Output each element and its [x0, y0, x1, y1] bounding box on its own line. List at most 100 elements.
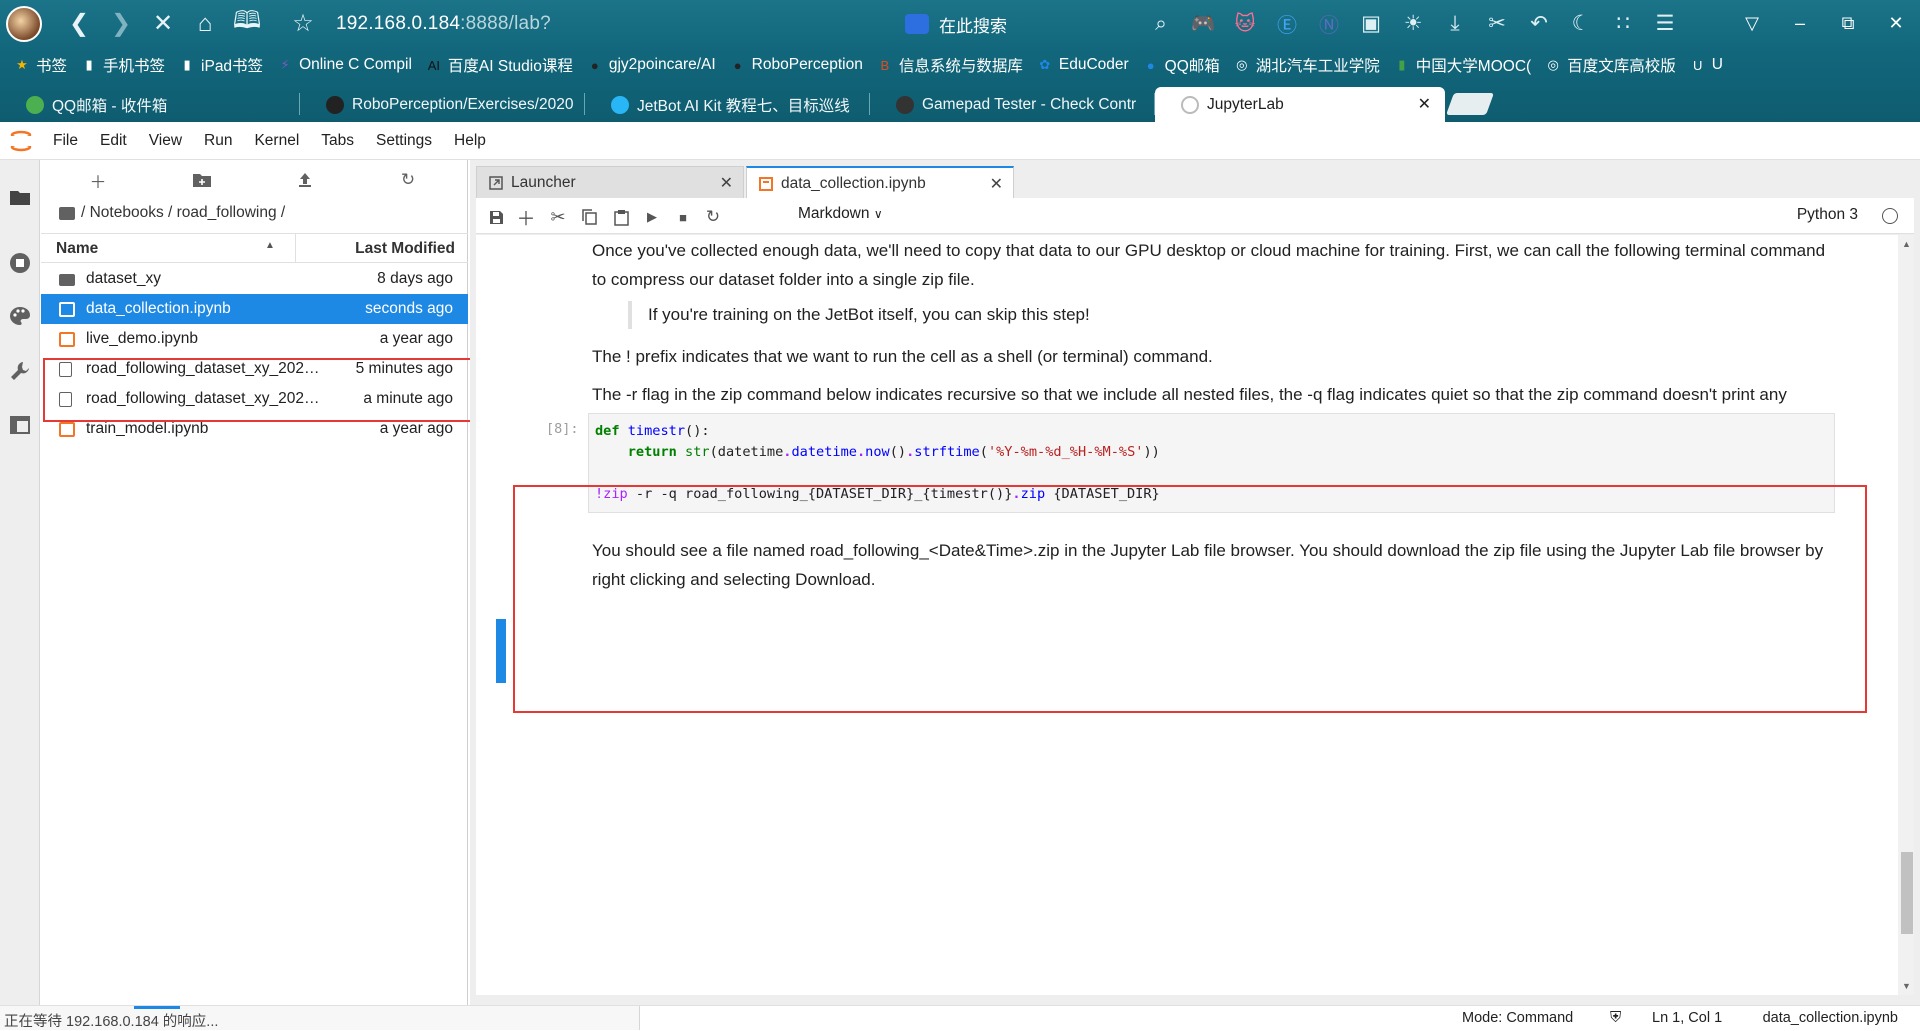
bookmark-item[interactable]: ▮ 中国大学MOOC(: [1394, 54, 1531, 76]
close-tab-icon[interactable]: ✕: [1418, 94, 1431, 114]
minimize-icon[interactable]: –: [1776, 0, 1824, 47]
menu-view[interactable]: View: [138, 132, 193, 150]
menu-run[interactable]: Run: [193, 132, 243, 150]
new-folder-icon[interactable]: [188, 168, 216, 192]
save-icon[interactable]: [484, 206, 508, 228]
run-icon[interactable]: ▶: [640, 206, 664, 228]
menu-tabs[interactable]: Tabs: [310, 132, 365, 150]
upload-icon[interactable]: [291, 168, 319, 192]
scroll-down-icon[interactable]: ▼: [1902, 981, 1911, 991]
notebook-scrollbar[interactable]: ▲ ▼: [1898, 235, 1914, 995]
bookmark-item[interactable]: UU: [1690, 56, 1723, 74]
bookmark-item[interactable]: B 信息系统与数据库: [877, 54, 1023, 76]
back-icon[interactable]: ❮: [58, 3, 100, 45]
scissors-icon[interactable]: ✂: [1476, 3, 1518, 45]
search-icon[interactable]: ⌕: [1140, 3, 1182, 45]
home-folder-icon[interactable]: [59, 206, 75, 220]
tab-data-collection[interactable]: data_collection.ipynb ✕: [746, 166, 1014, 199]
bookmark-item[interactable]: ● QQ邮箱: [1143, 54, 1220, 76]
scrollbar-thumb[interactable]: [1901, 852, 1913, 934]
bookmark-item[interactable]: AI 百度AI Studio课程: [426, 54, 573, 76]
nc-icon[interactable]: Ⓝ: [1308, 3, 1350, 45]
cell-prompt: [8]:: [546, 421, 579, 437]
bookmark-item[interactable]: ★ 书签: [14, 54, 67, 76]
download-icon[interactable]: ⤓: [1434, 3, 1476, 45]
bookmark-item[interactable]: ◎ 湖北汽车工业学院: [1234, 54, 1380, 76]
active-cell-indicator[interactable]: [496, 619, 506, 683]
close-tab-icon[interactable]: ✕: [990, 174, 1003, 194]
tabs-icon[interactable]: [0, 402, 40, 448]
breadcrumb[interactable]: / Notebooks / road_following /: [59, 204, 285, 222]
cursor-position[interactable]: Ln 1, Col 1: [1652, 1010, 1722, 1026]
search-box[interactable]: 在此搜索: [905, 10, 1165, 38]
column-modified-header[interactable]: Last Modified: [355, 240, 455, 258]
notebook-mode[interactable]: Mode: Command: [1462, 1010, 1573, 1026]
bookmark-star-icon[interactable]: ☆: [282, 3, 324, 45]
close-window-icon[interactable]: ✕: [1872, 0, 1920, 47]
file-row[interactable]: dataset_xy 8 days ago: [41, 264, 468, 294]
stop-loading-icon[interactable]: ✕: [142, 3, 184, 45]
paste-icon[interactable]: [609, 206, 633, 228]
column-name-header[interactable]: Name: [56, 240, 98, 258]
bookmark-item[interactable]: ▮ iPad书签: [179, 54, 263, 76]
shirt-skin-icon[interactable]: ▽: [1728, 0, 1776, 47]
edge-e-icon[interactable]: Ⓔ: [1266, 3, 1308, 45]
gamepad-icon[interactable]: 🎮: [1182, 3, 1224, 45]
bookmark-item[interactable]: ⚡ Online C Compil: [277, 56, 411, 74]
profile-avatar[interactable]: [6, 5, 42, 42]
browser-tab-label: JetBot AI Kit 教程七、目标巡线: [637, 97, 850, 115]
cut-icon[interactable]: ✂: [546, 206, 570, 228]
restart-kernel-icon[interactable]: ↻: [701, 206, 725, 228]
bookmark-item[interactable]: ▮ 手机书签: [81, 54, 165, 76]
home-icon[interactable]: ⌂: [184, 3, 226, 45]
bookmark-item[interactable]: ● RoboPerception: [730, 56, 863, 74]
bookmark-item[interactable]: ● gjy2poincare/AI: [587, 56, 716, 74]
sort-caret-icon[interactable]: ▲: [265, 240, 275, 251]
browser-tab[interactable]: JupyterLab ✕: [1155, 87, 1445, 122]
trusted-shield-icon[interactable]: ⛨: [1610, 1009, 1621, 1026]
stop-kernel-icon[interactable]: ■: [671, 206, 695, 228]
column-divider[interactable]: [295, 234, 296, 262]
kernel-name[interactable]: Python 3: [1797, 206, 1858, 224]
menu-settings[interactable]: Settings: [365, 132, 443, 150]
menu-help[interactable]: Help: [443, 132, 497, 150]
browser-tab[interactable]: JetBot AI Kit 教程七、目标巡线: [585, 87, 870, 122]
tab-launcher[interactable]: Launcher ✕: [476, 166, 744, 198]
close-tab-icon[interactable]: ✕: [720, 173, 733, 193]
browser-tab[interactable]: QQ邮箱 - 收件箱: [0, 87, 300, 122]
menu-icon[interactable]: ☰: [1644, 3, 1686, 45]
insert-cell-icon[interactable]: ＋: [514, 206, 538, 230]
new-tab-button[interactable]: [1445, 93, 1495, 115]
browser-tab[interactable]: Gamepad Tester - Check Contr: [870, 87, 1155, 122]
running-sessions-icon[interactable]: [0, 240, 40, 286]
menu-file[interactable]: File: [42, 132, 89, 150]
bookmark-item[interactable]: ◎ 百度文库高校版: [1545, 54, 1676, 76]
bulb-icon[interactable]: ☀: [1392, 3, 1434, 45]
file-row[interactable]: live_demo.ipynb a year ago: [41, 324, 468, 354]
scroll-up-icon[interactable]: ▲: [1902, 239, 1911, 249]
menu-kernel[interactable]: Kernel: [243, 132, 310, 150]
file-row[interactable]: data_collection.ipynb seconds ago: [41, 294, 468, 324]
search-engine-icon[interactable]: [905, 14, 929, 34]
restore-icon[interactable]: ⧉: [1824, 0, 1872, 47]
reading-mode-icon[interactable]: 🕮: [226, 3, 268, 45]
night-mode-icon[interactable]: ☾: [1560, 3, 1602, 45]
palette-icon[interactable]: [0, 293, 40, 339]
browser-tab[interactable]: RoboPerception/Exercises/2020: [300, 87, 585, 122]
cat-icon[interactable]: 🐱: [1224, 3, 1266, 45]
bookmark-item[interactable]: ✿ EduCoder: [1037, 56, 1128, 74]
address-url[interactable]: 192.168.0.184:8888/lab?: [336, 13, 551, 35]
menu-edit[interactable]: Edit: [89, 132, 138, 150]
new-launcher-icon[interactable]: ＋: [84, 168, 112, 192]
refresh-icon[interactable]: ↻: [394, 168, 422, 192]
copy-icon[interactable]: [577, 206, 601, 228]
camera-icon[interactable]: ▣: [1350, 3, 1392, 45]
undo-icon[interactable]: ↶: [1518, 3, 1560, 45]
breadcrumb-path[interactable]: / Notebooks / road_following /: [81, 204, 285, 222]
cell-type-select[interactable]: Markdown ∨: [798, 205, 883, 223]
apps-grid-icon[interactable]: ∷: [1602, 3, 1644, 45]
file-browser-icon[interactable]: [0, 174, 40, 220]
tab-favicon-icon: [326, 95, 344, 114]
forward-icon[interactable]: ❯: [100, 3, 142, 45]
wrench-icon[interactable]: [0, 348, 40, 394]
